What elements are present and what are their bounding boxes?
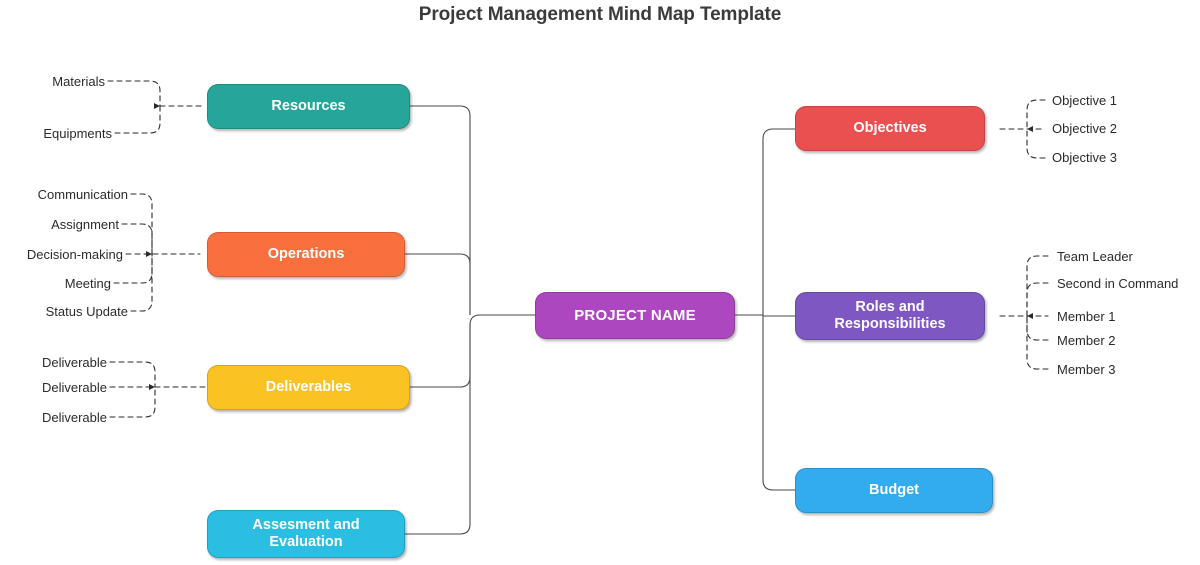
leaf-roles-team-leader: Team Leader: [1057, 250, 1133, 263]
link-trunk-objectives: [762, 128, 795, 315]
node-label: Budget: [869, 481, 919, 498]
leaf-label: Objective 1: [1052, 93, 1118, 108]
leaf-label: Deliverable: [41, 380, 107, 395]
node-roles-and-responsibilities[interactable]: Roles and Responsibilities: [795, 292, 985, 340]
node-resources[interactable]: Resources: [207, 84, 410, 129]
leaf-objectives-1: Objective 1: [1052, 94, 1117, 107]
node-label: Objectives: [853, 119, 927, 136]
leaf-label: Deliverable: [41, 410, 107, 425]
node-operations[interactable]: Operations: [207, 232, 405, 277]
leaf-roles-member-2: Member 2: [1057, 334, 1116, 347]
node-label: Resources: [271, 97, 346, 114]
node-label: Roles and Responsibilities: [834, 299, 945, 333]
leaf-label: Status Update: [45, 304, 128, 319]
node-label: PROJECT NAME: [574, 306, 696, 324]
leaf-label: Materials: [52, 74, 105, 89]
leaf-label: Member 2: [1057, 333, 1116, 348]
leaf-objectives-2: Objective 2: [1052, 122, 1117, 135]
leaf-label: Member 1: [1057, 309, 1116, 324]
node-label: Assesment and Evaluation: [252, 517, 359, 551]
page-title: Project Management Mind Map Template: [418, 4, 782, 25]
node-objectives[interactable]: Objectives: [795, 106, 985, 151]
leaf-label: Meeting: [64, 276, 111, 291]
leaf-operations-decision-making: Decision-making: [0, 248, 123, 261]
node-label: Deliverables: [265, 378, 352, 395]
leaf-roles-second-in-command: Second in Command: [1057, 277, 1178, 290]
link-trunk-deliverables: [410, 325, 471, 388]
node-label-line1: Roles and: [855, 298, 925, 315]
leaf-resources-equipments: Equipments: [0, 127, 112, 140]
leaf-deliverables-3: Deliverable: [0, 411, 107, 424]
leaf-objectives-3: Objective 3: [1052, 151, 1117, 164]
leaf-label: Decision-making: [26, 247, 123, 262]
node-label-line2: Evaluation: [269, 534, 343, 550]
link-trunk-operations: [405, 253, 471, 315]
node-label-line1: Assesment and: [252, 516, 360, 533]
link-trunk-resources: [410, 105, 471, 315]
leaf-roles-member-1: Member 1: [1057, 310, 1116, 323]
leaf-label: Objective 3: [1052, 150, 1118, 165]
leaf-label: Equipments: [43, 126, 112, 141]
node-label: Operations: [267, 245, 345, 262]
leaf-roles-member-3: Member 3: [1057, 363, 1116, 376]
leaf-label: Objective 2: [1052, 121, 1118, 136]
leaf-resources-materials: Materials: [0, 75, 105, 88]
leaf-label: Communication: [37, 187, 128, 202]
node-assessment-and-evaluation[interactable]: Assesment and Evaluation: [207, 510, 405, 558]
leaf-operations-assignment: Assignment: [0, 218, 119, 231]
node-budget[interactable]: Budget: [795, 468, 993, 513]
leaf-label: Assignment: [51, 217, 119, 232]
leaf-label: Team Leader: [1057, 249, 1133, 264]
leaf-operations-communication: Communication: [0, 188, 128, 201]
link-center-left: [469, 314, 535, 326]
node-label-line2: Responsibilities: [834, 316, 946, 332]
leaf-label: Deliverable: [41, 355, 107, 370]
leaf-deliverables-1: Deliverable: [0, 356, 107, 369]
node-deliverables[interactable]: Deliverables: [207, 365, 410, 410]
leaf-operations-meeting: Meeting: [0, 277, 111, 290]
node-project-name[interactable]: PROJECT NAME: [535, 292, 735, 339]
link-trunk-budget: [762, 315, 795, 491]
leaf-operations-status-update: Status Update: [0, 305, 128, 318]
leaf-label: Second in Command: [1057, 276, 1179, 291]
leaf-label: Member 3: [1057, 362, 1116, 377]
leaf-deliverables-2: Deliverable: [0, 381, 107, 394]
mind-map-canvas: Project Management Mind Map Template PRO…: [0, 0, 1200, 565]
link-trunk-assessment: [405, 325, 471, 535]
connector-lines: [107, 80, 1049, 535]
